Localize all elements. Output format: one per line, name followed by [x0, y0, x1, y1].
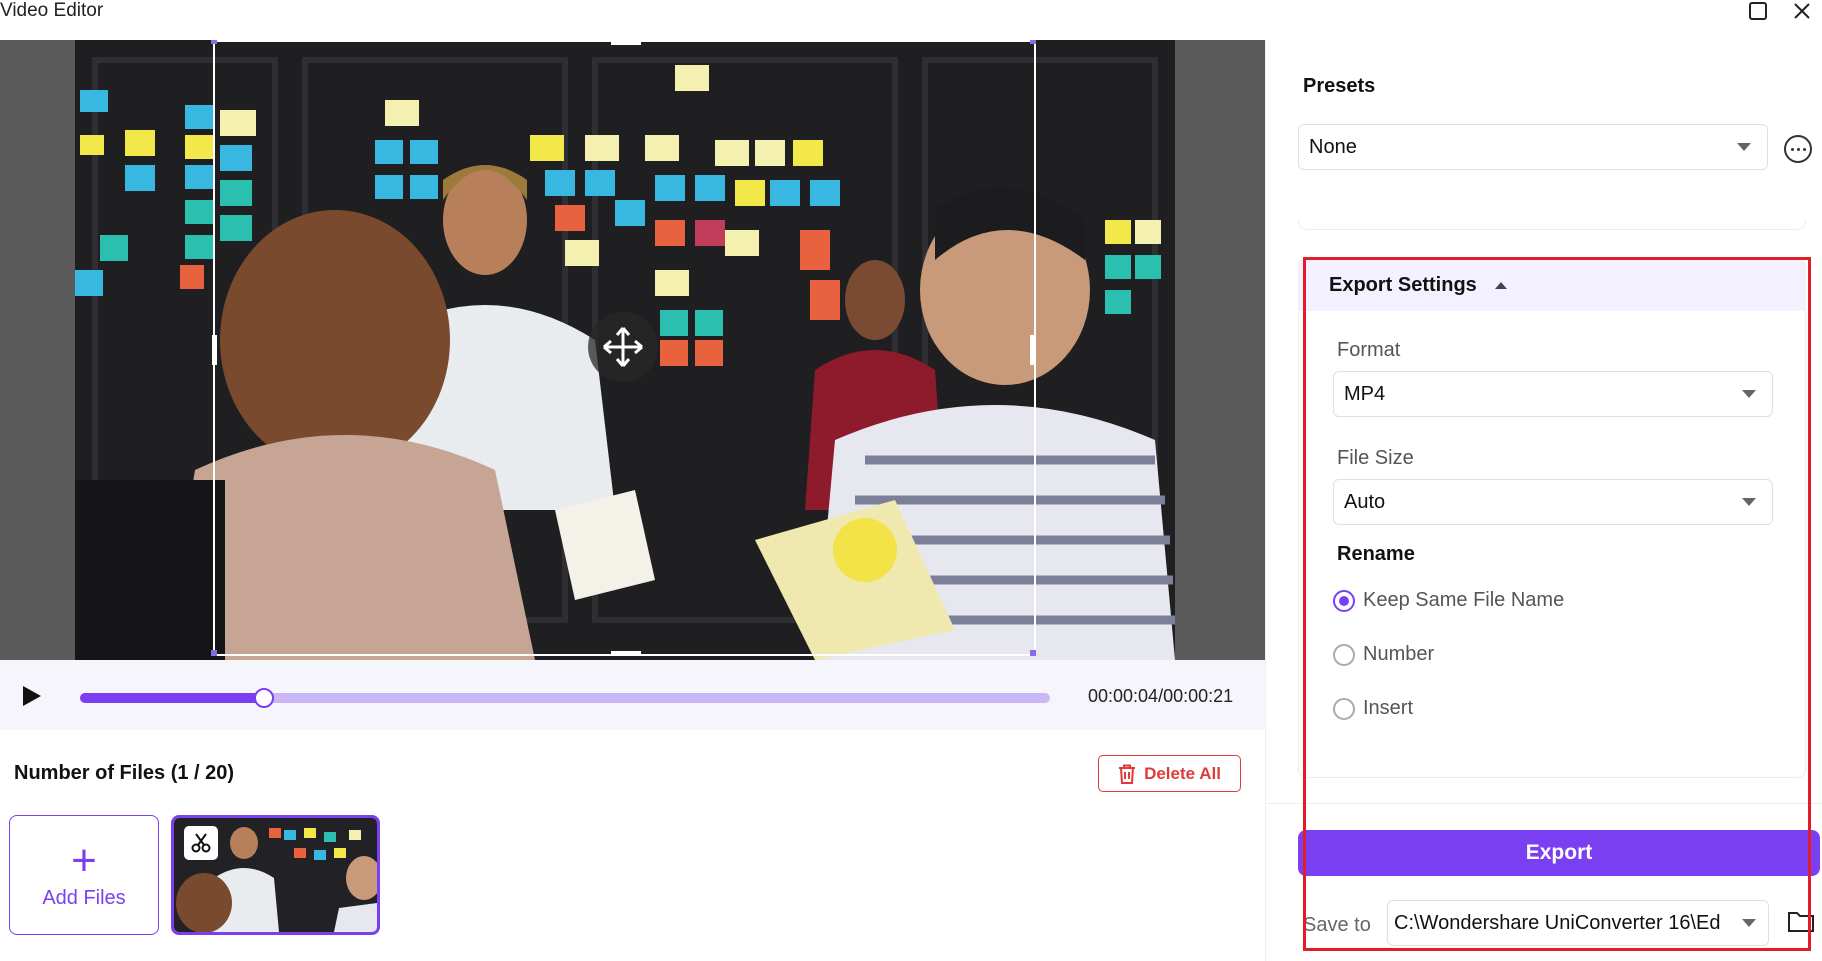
file-thumbnail[interactable]: [171, 815, 380, 935]
save-path-value: C:\Wondershare UniConverter 16\Ed: [1394, 911, 1721, 934]
rename-label: Rename: [1337, 543, 1415, 565]
radio-keep-same-file-name[interactable]: Keep Same File Name: [1333, 589, 1564, 612]
export-settings-header[interactable]: Export Settings: [1299, 259, 1805, 311]
seek-bar[interactable]: [80, 688, 1050, 708]
video-preview: [0, 40, 1265, 660]
crop-handle-top[interactable]: [611, 40, 641, 45]
radio-unselected-icon: [1333, 697, 1355, 720]
plus-icon: +: [71, 835, 97, 885]
files-count-heading: Number of Files (1 / 20): [14, 762, 235, 784]
crop-corner-top-left[interactable]: [211, 40, 217, 44]
radio-number[interactable]: Number: [1333, 643, 1434, 666]
file-size-dropdown[interactable]: Auto: [1333, 479, 1773, 525]
close-button[interactable]: [1782, 0, 1822, 22]
delete-all-label: Delete All: [1144, 763, 1221, 783]
add-files-label: Add Files: [42, 886, 126, 909]
close-icon: [1794, 3, 1810, 19]
format-label: Format: [1337, 339, 1401, 361]
radio-label: Keep Same File Name: [1363, 589, 1565, 611]
maximize-icon: [1749, 2, 1767, 20]
save-path-dropdown[interactable]: C:\Wondershare UniConverter 16\Ed: [1387, 900, 1769, 946]
play-button[interactable]: [18, 682, 46, 710]
window-title: Video Editor: [0, 0, 104, 21]
chevron-down-icon: [1737, 143, 1751, 151]
chevron-down-icon: [1742, 498, 1756, 506]
scissors-icon: [191, 833, 211, 853]
chevron-down-icon: [1742, 919, 1756, 927]
export-settings-section: Export Settings Format MP4 File Size Aut…: [1298, 258, 1806, 778]
settings-panel: Presets None Export Settings Format MP4 …: [1265, 40, 1822, 961]
seek-handle[interactable]: [254, 688, 275, 708]
delete-all-button[interactable]: Delete All: [1098, 755, 1241, 792]
divider: [1266, 803, 1822, 804]
time-readout: 00:00:04/00:00:21: [1088, 686, 1234, 706]
radio-insert[interactable]: Insert: [1333, 697, 1413, 720]
crop-handle-bottom[interactable]: [611, 651, 641, 656]
move-crop-button[interactable]: [588, 312, 658, 382]
presets-card-bottom: [1298, 220, 1806, 230]
radio-unselected-icon: [1333, 643, 1355, 666]
crop-corner-bottom-left[interactable]: [211, 650, 217, 656]
format-value: MP4: [1344, 382, 1386, 405]
presets-dropdown[interactable]: None: [1298, 124, 1768, 170]
export-button[interactable]: Export: [1298, 830, 1820, 876]
radio-selected-icon: [1333, 589, 1355, 612]
chevron-down-icon: [1742, 390, 1756, 398]
file-size-label: File Size: [1337, 447, 1414, 469]
crop-corner-top-right[interactable]: [1030, 40, 1036, 44]
presets-label: Presets: [1303, 75, 1376, 97]
add-files-button[interactable]: + Add Files: [9, 815, 159, 935]
crop-handle-right[interactable]: [1030, 335, 1035, 365]
trash-icon: [1119, 764, 1136, 784]
trim-button[interactable]: [184, 826, 218, 860]
crop-handle-left[interactable]: [212, 335, 217, 365]
crop-corner-bottom-right[interactable]: [1030, 650, 1036, 656]
file-size-value: Auto: [1344, 490, 1386, 513]
folder-icon: [1788, 912, 1814, 932]
save-to-label: Save to: [1303, 914, 1371, 936]
radio-label: Number: [1363, 643, 1435, 665]
play-icon: [23, 686, 41, 706]
move-arrows-icon: [603, 327, 643, 367]
presets-value: None: [1309, 135, 1357, 158]
chevron-up-icon: [1494, 281, 1507, 289]
radio-label: Insert: [1363, 697, 1414, 719]
export-settings-title: Export Settings: [1329, 273, 1477, 296]
open-folder-button[interactable]: [1787, 909, 1815, 935]
title-bar: Video Editor: [0, 0, 1822, 40]
playback-controls: 00:00:04/00:00:21: [0, 660, 1265, 730]
format-dropdown[interactable]: MP4: [1333, 371, 1773, 417]
maximize-button[interactable]: [1738, 0, 1778, 22]
editor-pane: 00:00:04/00:00:21 Number of Files (1 / 2…: [0, 40, 1265, 961]
seek-bar-progress: [80, 693, 265, 703]
more-icon: [1790, 147, 1794, 151]
more-options-button[interactable]: [1784, 135, 1812, 163]
